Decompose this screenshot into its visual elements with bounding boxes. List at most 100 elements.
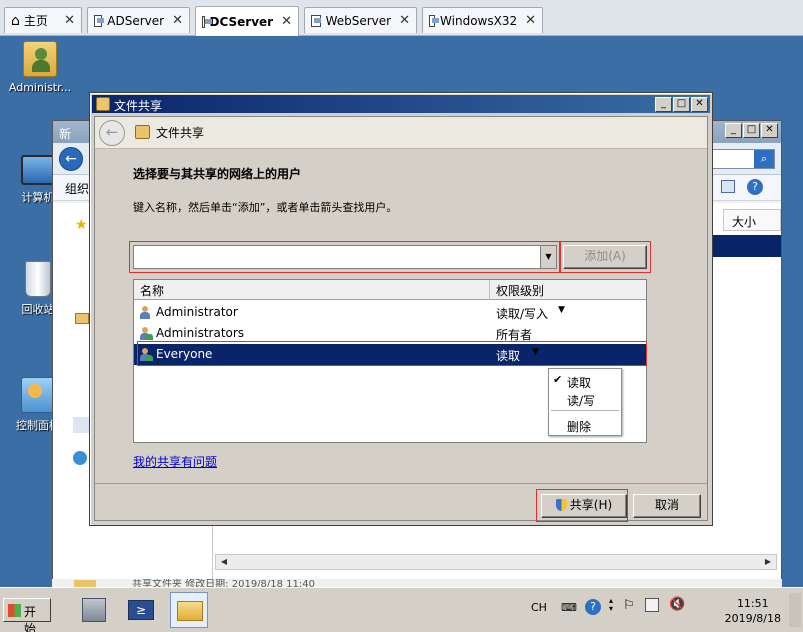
cancel-button[interactable]: 取消 [633,494,701,518]
permission-level[interactable]: 读取 [496,347,520,364]
menu-item-read-write[interactable]: 读/写 [549,390,621,408]
input-language[interactable]: CH [531,601,547,614]
maximize-button[interactable]: □ [673,97,690,112]
tab-label: WindowsX32 [440,13,518,28]
footer-separator [95,483,707,484]
close-icon[interactable]: ✕ [517,13,536,28]
tab-label: 主页 [23,14,48,28]
favorites-star-icon: ★ [75,217,88,233]
vm-icon [311,14,321,27]
uac-shield-icon [555,499,567,511]
menu-separator [551,410,619,411]
tab-home[interactable]: ⌂ 主页 ✕ [4,7,82,33]
group-icon [139,327,153,340]
dialog-heading: 选择要与其共享的网络上的用户 [133,167,302,181]
help-icon[interactable]: ? [747,179,763,195]
vm-icon [429,14,440,27]
network-icon[interactable] [645,598,659,612]
volume-muted-icon[interactable]: 🔇 [669,597,685,612]
options-icon[interactable]: ▴ ▾ [609,597,613,613]
chevron-down-icon[interactable]: ▼ [540,246,556,268]
folder-icon [75,313,89,324]
help-icon[interactable]: ? [585,599,601,615]
start-button[interactable]: 开始 [3,598,51,632]
bg-status-line: 共享文件夹 修改日期: 2019/8/18 11:40 [52,579,782,587]
share-button[interactable]: 共享(H) [541,494,627,518]
tab-dcserver[interactable]: DCServer ✕ [195,6,299,36]
check-icon: ✔ [553,373,563,386]
permission-context-menu: ✔ 读取 读/写 删除 [548,368,622,436]
search-icon[interactable]: ⌕ [754,150,774,168]
user-name: Administrator [156,305,238,319]
tab-label: DCServer [209,14,274,29]
close-button[interactable]: ✕ [691,97,708,112]
chevron-down-icon[interactable]: ▼ [558,305,565,315]
tab-adserver[interactable]: ADServer ✕ [87,7,190,33]
explorer-taskbar-button[interactable] [170,592,208,628]
server-manager-icon[interactable] [76,592,114,628]
show-desktop-button[interactable] [789,593,801,627]
computer-icon [21,155,55,185]
minimize-button[interactable]: _ [725,123,742,138]
close-icon[interactable]: ✕ [56,13,75,28]
wizard-header: ← 文件共享 [95,117,707,149]
tab-webserver[interactable]: WebServer ✕ [304,7,417,33]
wizard-title: 文件共享 [156,126,205,140]
powershell-icon[interactable]: ≥ [122,592,160,628]
vm-icon [94,14,105,27]
sharing-help-link[interactable]: 我的共享有问题 [133,453,217,470]
dialog-instruction: 键入名称，然后单击“添加”，或者单击箭头查找用户。 [133,201,398,214]
vm-tab-bar: ⌂ 主页 ✕ ADServer ✕ DCServer ✕ WebServer ✕… [0,0,803,36]
clock[interactable]: 11:51 2019/8/18 [725,596,781,626]
preview-pane-icon[interactable] [721,180,735,193]
windows-logo-icon [8,604,21,617]
horizontal-scrollbar[interactable]: ◀ ▶ [215,554,777,570]
user-name-combobox[interactable]: ▼ [133,245,557,269]
close-icon[interactable]: ✕ [273,14,292,29]
selected-file-row[interactable] [711,235,781,257]
desktop-icon-label: 回收站 [21,303,55,316]
home-icon: ⌂ [11,12,20,29]
group-icon [139,348,153,361]
permission-level[interactable]: 读取/写入 [496,305,548,322]
search-input[interactable]: ⌕ [707,149,775,169]
bg-status-text: 共享文件夹 修改日期: 2019/8/18 11:40 [132,579,315,587]
desktop-icon-label: Administr... [8,81,72,94]
keyboard-icon[interactable]: ⌨ [561,601,577,614]
folder-icon [74,580,96,587]
scroll-left-icon[interactable]: ◀ [217,556,231,568]
file-sharing-dialog: 文件共享 _ □ ✕ ← 文件共享 选择要与其共享的网络上的用户 键入名称，然后… [89,92,713,526]
folder-icon [177,601,203,621]
clock-time: 11:51 [736,597,769,610]
permission-level: 所有者 [496,328,533,342]
scroll-right-icon[interactable]: ▶ [761,556,775,568]
menu-item-remove[interactable]: 删除 [549,416,621,434]
desktop-icon-administrator[interactable]: Administr... [0,41,80,94]
column-header-permission[interactable]: 权限级别 [490,280,646,300]
back-arrow-icon[interactable]: ← [59,147,83,171]
column-header-name[interactable]: 名称 [134,280,490,300]
close-icon[interactable]: ✕ [391,13,410,28]
sharing-icon [135,125,150,139]
network-icon [73,451,87,465]
dialog-titlebar: 文件共享 _ □ ✕ [92,95,710,113]
close-button[interactable]: ✕ [761,123,778,138]
organize-menu[interactable]: 组织 [65,182,89,196]
system-tray: CH ⌨ ? ▴ ▾ ⚐ 🔇 11:51 2019/8/18 [523,591,803,629]
column-header-size[interactable]: 大小 [723,209,781,231]
menu-item-read[interactable]: ✔ 读取 [549,372,621,390]
start-label: 开始 [24,605,37,632]
back-arrow-icon[interactable]: ← [99,120,125,146]
minimize-button[interactable]: _ [655,97,672,112]
flag-icon[interactable]: ⚐ [623,598,635,613]
add-button[interactable]: 添加(A) [563,245,647,269]
list-item[interactable]: Administrator 读取/写入 ▼ [134,302,646,323]
tab-windowsx32[interactable]: WindowsX32 ✕ [422,7,543,33]
maximize-button[interactable]: □ [743,123,760,138]
list-item-selected[interactable]: Everyone 读取 ▼ [134,344,646,365]
list-item[interactable]: Administrators 所有者 [134,323,646,344]
chevron-down-icon[interactable]: ▼ [532,347,539,357]
user-name: Administrators [156,326,245,340]
recycle-bin-icon [25,261,51,297]
close-icon[interactable]: ✕ [164,13,183,28]
